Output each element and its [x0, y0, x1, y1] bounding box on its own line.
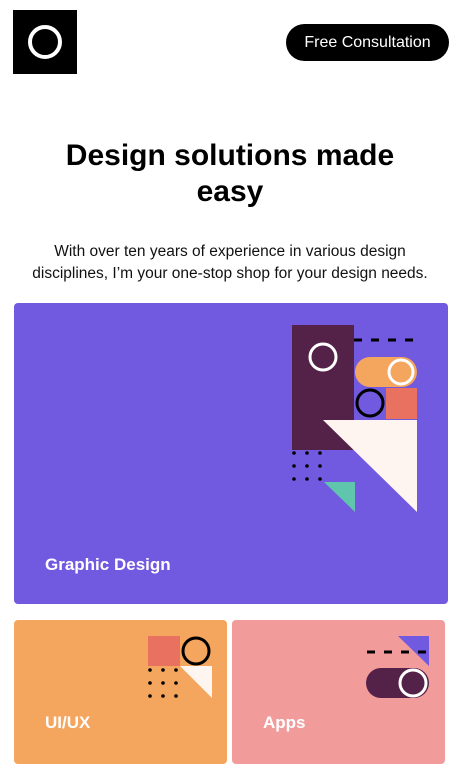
ring-logo-icon — [28, 25, 62, 59]
apps-illustration-icon — [366, 636, 429, 698]
service-label-ui-ux: UI/UX — [45, 713, 91, 732]
service-card-apps[interactable]: Apps — [232, 620, 445, 764]
free-consultation-button[interactable]: Free Consultation — [286, 24, 449, 61]
logo[interactable] — [13, 10, 77, 74]
site-header: Free Consultation — [0, 0, 460, 90]
service-card-ui-ux[interactable]: UI/UX — [14, 620, 227, 764]
service-label-apps: Apps — [263, 713, 306, 732]
hero-title: Design solutions made easy — [65, 139, 395, 208]
hero-description: With over ten years of experience in var… — [32, 243, 428, 282]
service-card-graphic-design[interactable]: Graphic Design — [14, 303, 448, 604]
service-label-graphic-design: Graphic Design — [45, 555, 171, 574]
ui-ux-illustration-icon — [148, 636, 212, 698]
